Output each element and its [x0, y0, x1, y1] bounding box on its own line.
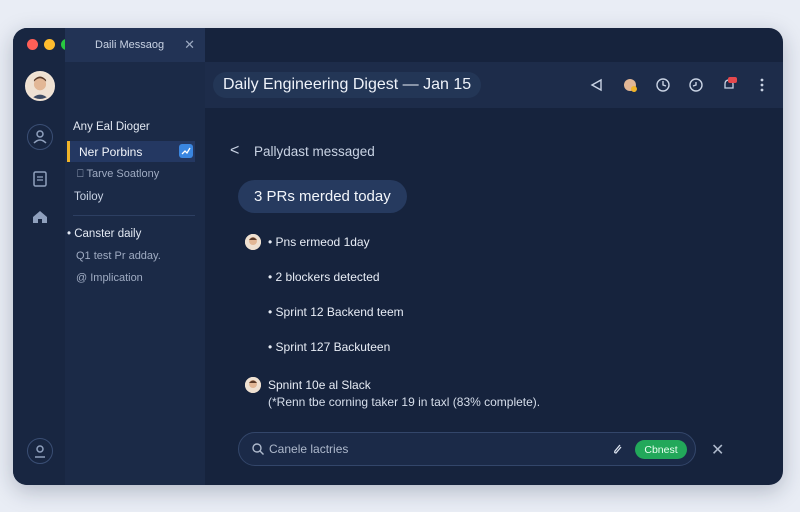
main-panel: Daily Engineering Digest — Jan 15 < Pall… — [205, 28, 783, 485]
sidebar-item-active[interactable]: Ner Porbins — [67, 141, 195, 162]
search-icon — [252, 443, 264, 455]
icon-rail — [13, 28, 72, 485]
app-window: Daili Messaog ✕ Any Eal Dioger Ner Porbi… — [13, 28, 783, 485]
share-icon[interactable] — [588, 76, 606, 94]
notification-icon[interactable] — [720, 76, 738, 94]
composer: Cbnest — [238, 432, 696, 466]
sidebar: Daili Messaog ✕ Any Eal Dioger Ner Porbi… — [65, 28, 205, 485]
sidebar-item-implication[interactable]: @ Implication — [76, 272, 143, 284]
message-line: Spnint 10e al Slack — [268, 378, 371, 392]
user-avatar[interactable] — [25, 71, 55, 101]
sidebar-item-label: Tarve Soatlony — [86, 168, 160, 180]
message-line: • 2 blockers detected — [268, 270, 380, 284]
sidebar-item-test[interactable]: Q1 test Pr adday. — [76, 250, 161, 262]
header-bar: Daily Engineering Digest — Jan 15 — [205, 62, 783, 108]
sidebar-item-canster-daily[interactable]: • Canster daily — [67, 228, 141, 240]
close-icon[interactable]: ✕ — [711, 440, 724, 460]
more-icon[interactable] — [753, 76, 771, 94]
tab-close-icon[interactable]: ✕ — [184, 37, 195, 53]
page-title: Daily Engineering Digest — Jan 15 — [213, 72, 482, 98]
sidebar-title: Any Eal Dioger — [73, 121, 150, 133]
message-input[interactable] — [269, 442, 569, 456]
bullet-icon: • — [67, 228, 72, 240]
user-status-icon[interactable] — [621, 76, 639, 94]
sidebar-item-saved[interactable]: ⎕ Tarve Soatlony — [77, 168, 159, 181]
clock-icon[interactable] — [654, 76, 672, 94]
header-actions — [588, 76, 771, 94]
back-button[interactable]: < — [230, 142, 239, 160]
message-avatar — [245, 377, 261, 393]
message-line: (*Renn tbe corning taker 19 in taxl (83%… — [268, 395, 541, 409]
message-line: • Pns ermeod 1day — [268, 235, 370, 249]
sidebar-item-label: Canster daily — [74, 228, 142, 240]
sidebar-section-today: Toiloy — [74, 191, 104, 203]
tab-label: Daili Messaog — [95, 39, 165, 51]
message-avatar — [245, 234, 261, 250]
team-icon[interactable] — [27, 124, 53, 150]
close-window-button[interactable] — [27, 39, 38, 50]
thread-subhead: Pallydast messaged — [254, 144, 375, 159]
sidebar-divider — [73, 215, 195, 216]
chart-icon — [179, 144, 193, 158]
home-icon[interactable] — [27, 204, 53, 230]
profile-icon[interactable] — [27, 438, 53, 464]
tab-daily-message[interactable]: Daili Messaog ✕ — [65, 28, 205, 62]
history-icon[interactable] — [687, 76, 705, 94]
message-line: • Sprint 12 Backend teem — [268, 305, 404, 319]
summary-badge: 3 PRs merded today — [238, 180, 407, 213]
notes-icon[interactable] — [27, 166, 53, 192]
sidebar-item-label: Ner Porbins — [79, 144, 143, 159]
message-line: • Sprint 127 Backuteen — [268, 340, 391, 354]
doc-icon: ⎕ — [77, 168, 84, 180]
send-button[interactable]: Cbnest — [635, 440, 687, 459]
attach-icon[interactable] — [611, 442, 625, 456]
minimize-window-button[interactable] — [44, 39, 55, 50]
